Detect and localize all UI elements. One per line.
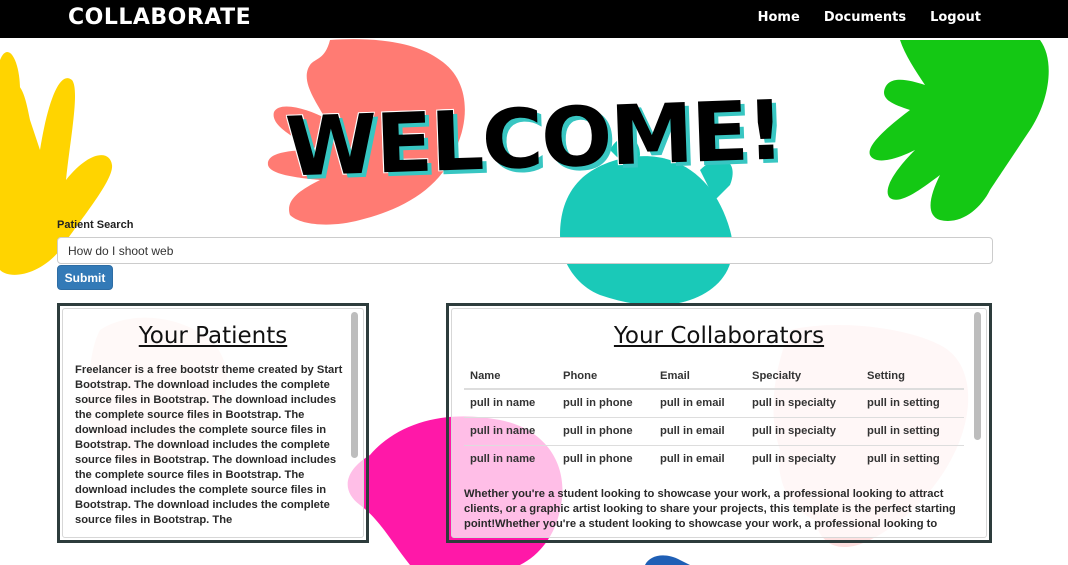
cell-specialty: pull in specialty: [746, 389, 861, 418]
nav-links: Home Documents Logout: [758, 10, 981, 25]
table-row: pull in name pull in phone pull in email…: [464, 389, 964, 418]
cell-email: pull in email: [654, 389, 746, 418]
submit-button[interactable]: Submit: [57, 265, 113, 290]
cell-setting: pull in setting: [867, 453, 940, 466]
cell-phone: pull in phone: [557, 389, 654, 418]
patients-description: Freelancer is a free bootstr theme creat…: [75, 364, 343, 526]
column-header-name: Name: [464, 361, 557, 390]
column-header-setting: Setting: [861, 361, 964, 390]
column-header-email: Email: [654, 361, 746, 390]
patients-panel-scroll-area[interactable]: Your Patients Freelancer is a free boots…: [62, 308, 364, 538]
nav-logout-link[interactable]: Logout: [930, 10, 981, 25]
cell-email: pull in email: [660, 453, 725, 466]
patients-panel: Your Patients Freelancer is a free boots…: [57, 303, 369, 543]
patient-search-label: Patient Search: [57, 219, 134, 231]
table-row: pull in name pull in phone pull in email…: [464, 417, 964, 446]
table-row: pull in name pull in phone pull in email…: [464, 445, 964, 473]
collaborators-description: Whether you're a student looking to show…: [464, 488, 956, 530]
patients-scrollbar-thumb[interactable]: [351, 312, 358, 458]
cell-specialty: pull in specialty: [752, 453, 836, 466]
cell-name: pull in name: [464, 417, 557, 446]
cell-email: pull in email: [654, 417, 746, 446]
cell-phone: pull in phone: [557, 417, 654, 446]
cell-setting: pull in setting: [861, 417, 964, 446]
collaborators-scrollbar[interactable]: [974, 312, 982, 534]
cell-name: pull in name: [470, 453, 536, 466]
nav-documents-link[interactable]: Documents: [824, 10, 906, 25]
top-navbar: COLLABORATE Home Documents Logout: [0, 0, 1068, 38]
cell-name: pull in name: [464, 389, 557, 418]
collaborators-scrollbar-thumb[interactable]: [974, 312, 981, 440]
table-header-row: Name Phone Email Specialty Setting: [464, 361, 964, 390]
brand-logo[interactable]: COLLABORATE: [68, 5, 251, 30]
nav-home-link[interactable]: Home: [758, 10, 800, 25]
column-header-phone: Phone: [557, 361, 654, 390]
cell-specialty: pull in specialty: [746, 417, 861, 446]
column-header-specialty: Specialty: [746, 361, 861, 390]
patients-scrollbar[interactable]: [351, 312, 359, 534]
patient-search-input[interactable]: [57, 237, 993, 264]
collaborators-title: Your Collaborators: [613, 323, 825, 349]
collaborators-panel: Your Collaborators Name Phone Email Spec…: [446, 303, 992, 543]
cell-phone: pull in phone: [563, 453, 633, 466]
patients-title: Your Patients: [138, 323, 288, 349]
blue-hand-tip: [645, 555, 690, 565]
collaborators-panel-scroll-area[interactable]: Your Collaborators Name Phone Email Spec…: [451, 308, 987, 538]
collaborators-table: Name Phone Email Specialty Setting pull …: [464, 361, 964, 473]
cell-setting: pull in setting: [861, 389, 964, 418]
